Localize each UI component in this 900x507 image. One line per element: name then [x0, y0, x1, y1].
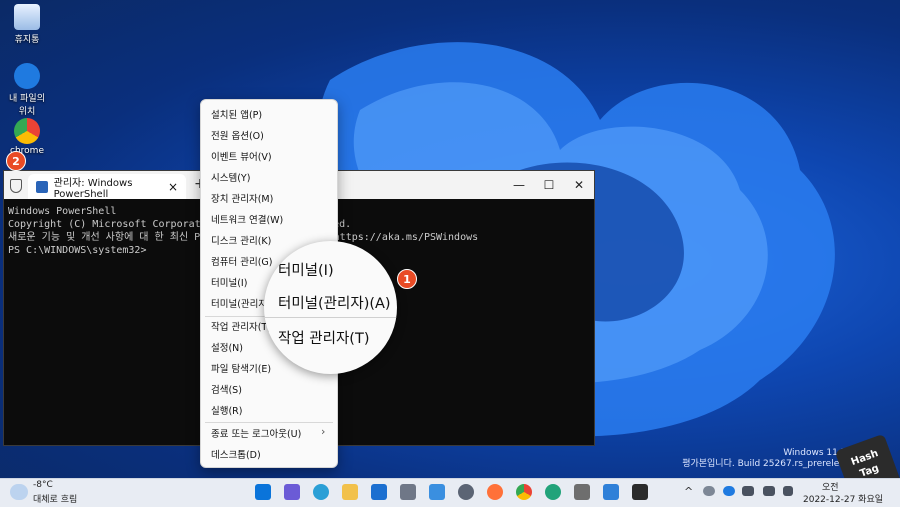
terminal-taskbar-icon[interactable] [632, 484, 648, 500]
menu-item-installed-apps[interactable]: 설치된 앱(P) [211, 105, 329, 123]
notepad-icon[interactable] [429, 484, 445, 500]
submenu-arrow-icon: › [321, 425, 326, 438]
weather-desc[interactable]: 대체로 흐림 [33, 492, 77, 505]
desktop-icon-chrome[interactable]: chrome [0, 118, 54, 156]
onedrive-icon [14, 63, 40, 89]
watermark-line: Windows 11 Pro [783, 448, 855, 458]
maximize-button[interactable]: ☐ [534, 171, 564, 199]
clock-date[interactable]: 2022-12-27 화요일 [803, 492, 883, 505]
edge-canary-icon[interactable] [545, 484, 561, 500]
menu-item-event-viewer[interactable]: 이벤트 뷰어(V) [211, 147, 329, 165]
menu-item-device-manager[interactable]: 장치 관리자(M) [211, 189, 329, 207]
close-icon: ✕ [573, 178, 585, 192]
magnified-separator [264, 317, 397, 318]
recycle-bin-icon [14, 4, 40, 30]
menu-item-network-connections[interactable]: 네트워크 연결(W) [211, 210, 329, 228]
display-icon[interactable] [742, 486, 754, 496]
terminal-tab[interactable]: 관리자: Windows PowerShell × [28, 174, 186, 200]
watermark-line: 평가본입니다. Build 25267.rs_prerelease [682, 459, 855, 469]
mail-icon[interactable] [371, 484, 387, 500]
desktop-icon-label: 내 파일의 위치 [9, 94, 45, 117]
settings-gear-icon[interactable] [458, 484, 474, 500]
remote-desktop-icon[interactable] [603, 484, 619, 500]
edge-icon[interactable] [313, 484, 329, 500]
move-icon[interactable] [400, 484, 416, 500]
cloud-icon[interactable] [703, 486, 715, 496]
start-icon[interactable] [255, 484, 271, 500]
menu-item-run[interactable]: 실행(R) [211, 401, 329, 419]
menu-item-shutdown-signout[interactable]: 종료 또는 로그아웃(U) [211, 424, 329, 442]
minimize-icon: — [513, 178, 525, 192]
chrome-taskbar-icon[interactable] [516, 484, 532, 500]
menu-separator [205, 422, 333, 423]
windows-watermark: Windows 11 Pro 평가본입니다. Build 25267.rs_pr… [682, 448, 855, 470]
taskbar: -8°C 대체로 흐림 ^ 오전 2022-12-27 화요일 [0, 478, 900, 507]
close-tab-icon[interactable]: × [168, 180, 178, 194]
powershell-icon [36, 180, 48, 193]
menu-item-system[interactable]: 시스템(Y) [211, 168, 329, 186]
menu-item-desktop[interactable]: 데스크톱(D) [211, 445, 329, 463]
calculator-icon[interactable] [574, 484, 590, 500]
magnifier-callout: 터미널(I) 터미널(관리자)(A) 작업 관리자(T) [264, 241, 397, 374]
onedrive-tray-icon[interactable] [723, 486, 735, 496]
magnified-item-terminal-admin: 터미널(관리자)(A) [278, 296, 391, 312]
weather-temp[interactable]: -8°C [33, 480, 53, 490]
magnified-item-task-manager: 작업 관리자(T) [278, 331, 370, 347]
volume-icon[interactable] [783, 486, 793, 496]
desktop-icon-label: 휴지통 [14, 35, 40, 45]
weather-icon[interactable] [10, 484, 28, 500]
desktop-icon-recycle-bin[interactable]: 휴지통 [0, 4, 54, 45]
terminal-tab-title: 관리자: Windows PowerShell [53, 177, 133, 200]
step-badge-2: 2 [6, 151, 26, 171]
network-icon[interactable] [763, 486, 775, 496]
desktop-icon-onedrive[interactable]: 내 파일의 위치 [0, 63, 54, 117]
file-explorer-icon[interactable] [342, 484, 358, 500]
step-badge-1: 1 [397, 269, 417, 289]
minimize-button[interactable]: — [504, 171, 534, 199]
close-button[interactable]: ✕ [564, 171, 594, 199]
menu-item-power-options[interactable]: 전원 옵션(O) [211, 126, 329, 144]
firefox-icon[interactable] [487, 484, 503, 500]
chrome-icon [14, 118, 40, 144]
tray-overflow-icon[interactable]: ^ [684, 485, 693, 498]
maximize-icon: ☐ [543, 178, 555, 192]
shield-icon [10, 179, 22, 193]
magnified-item-terminal: 터미널(I) [278, 263, 334, 279]
menu-item-search[interactable]: 검색(S) [211, 380, 329, 398]
chat-icon[interactable] [284, 484, 300, 500]
